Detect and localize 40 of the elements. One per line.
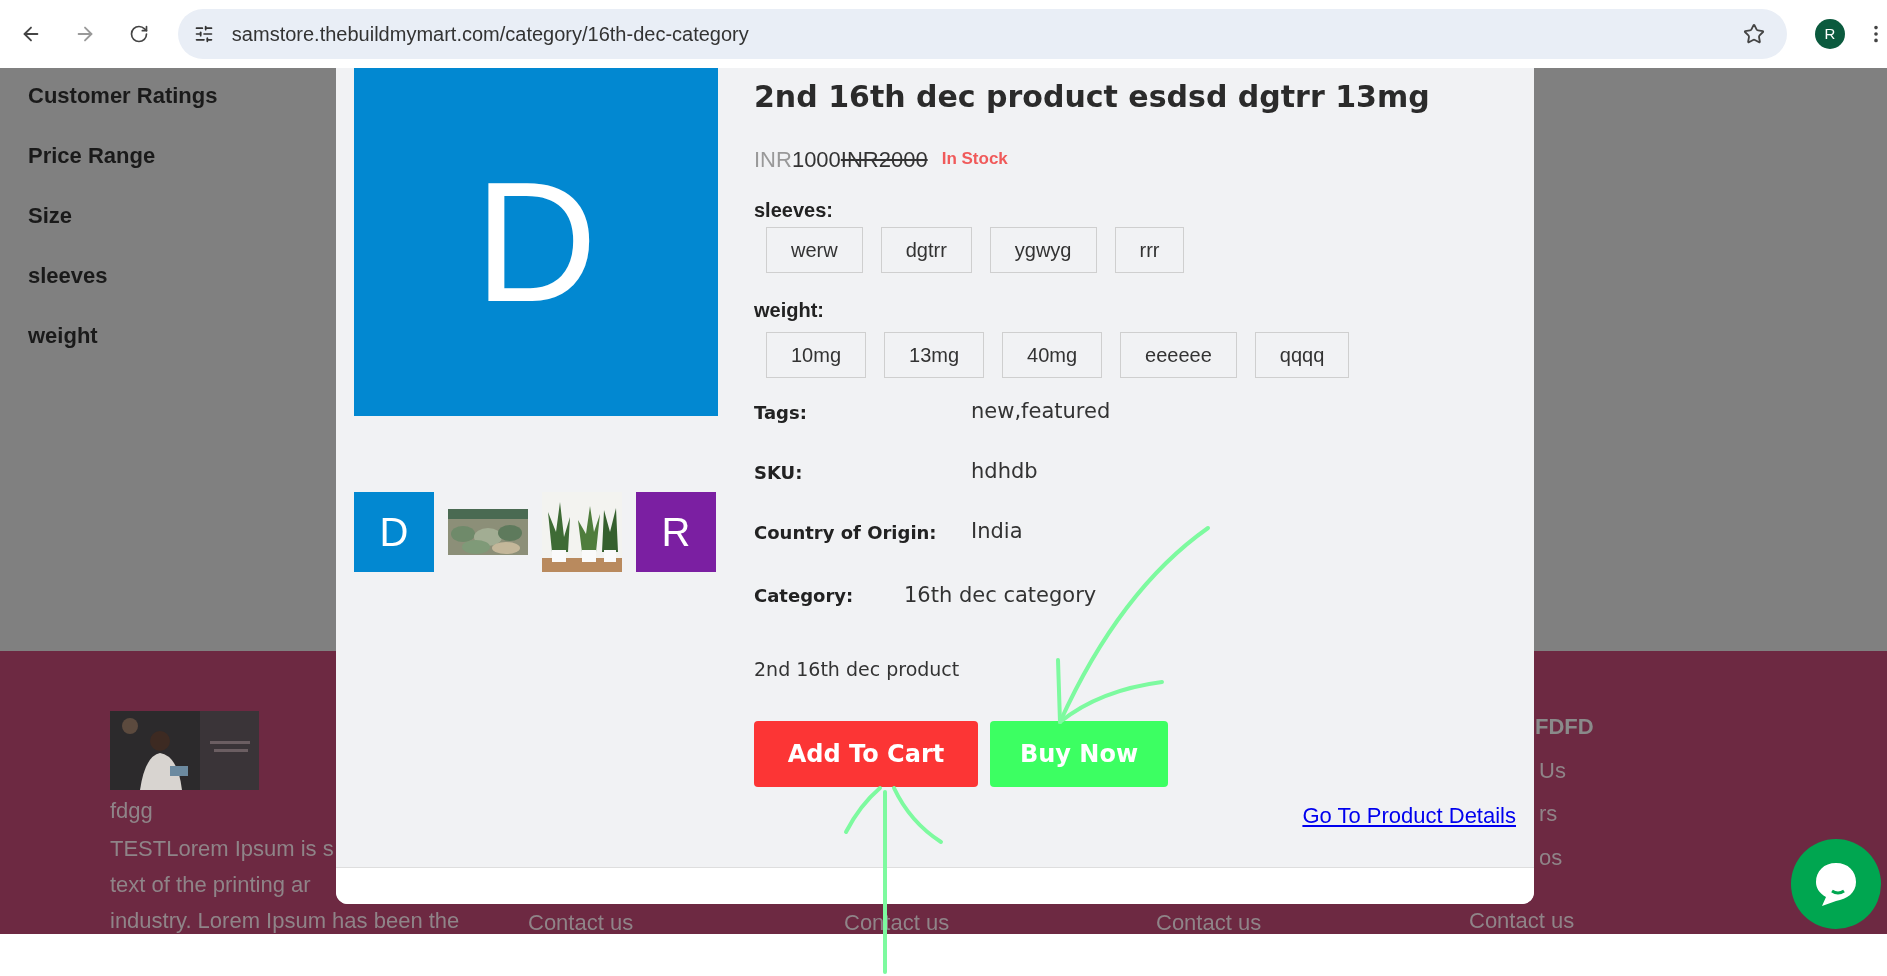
- footer-title: fdgg: [110, 797, 154, 825]
- option-chip[interactable]: eeeeee: [1120, 332, 1237, 378]
- bookmark-star-icon[interactable]: [1743, 23, 1766, 45]
- site-settings-icon[interactable]: [193, 24, 214, 44]
- old-price: INR2000: [840, 145, 928, 174]
- option-chip[interactable]: 13mg: [884, 332, 985, 378]
- detail-value: 16th dec category: [904, 581, 1097, 609]
- option-chip[interactable]: rrr: [1114, 227, 1185, 273]
- detail-value: India: [971, 518, 1023, 546]
- detail-label: Category:: [754, 584, 855, 608]
- option-chip[interactable]: werw: [766, 227, 863, 273]
- option-chip[interactable]: ygwyg: [989, 227, 1097, 273]
- option-chip[interactable]: dgtrr: [880, 227, 972, 273]
- chat-icon: [1814, 861, 1858, 907]
- add-to-cart-button[interactable]: Add To Cart: [754, 721, 978, 787]
- footer-text-line: text of the printing ar: [110, 872, 312, 898]
- product-details-link[interactable]: Go To Product Details: [1302, 798, 1516, 832]
- stock-status: In Stock: [941, 148, 1008, 171]
- product-image: D: [354, 68, 718, 416]
- detail-label: Country of Origin:: [754, 520, 938, 545]
- footer-heading: FDFD: [1534, 713, 1594, 741]
- thumbnail[interactable]: R: [636, 492, 716, 572]
- option-label: sleeves:: [754, 198, 834, 223]
- option-chip[interactable]: 10mg: [766, 332, 867, 378]
- thumbnail[interactable]: D: [354, 492, 434, 572]
- profile-avatar[interactable]: R: [1815, 19, 1845, 49]
- price: INR1000: [754, 145, 841, 174]
- address-bar[interactable]: samstore.thebuildmymart.com/category/16th-dec-category: [177, 9, 1788, 59]
- footer-text-line: TESTLorem Ipsum is s: [110, 836, 335, 862]
- option-chip[interactable]: 40mg: [1002, 332, 1103, 378]
- detail-label: SKU:: [754, 460, 804, 485]
- detail-label: Tags:: [754, 400, 808, 425]
- detail-value: hdhdb: [971, 458, 1038, 486]
- detail-value: new,featured: [971, 398, 1111, 426]
- url-text: samstore.thebuildmymart.com/category/16th-dec-category: [231, 22, 749, 47]
- option-label: weight:: [754, 298, 825, 323]
- product-title: 2nd 16th dec product esdsd dgtrr 13mg: [754, 78, 1431, 116]
- option-chip[interactable]: qqqq: [1254, 332, 1350, 378]
- product-description: 2nd 16th dec product: [754, 657, 961, 682]
- footer-text-line: industry. Lorem Ipsum has been the: [110, 908, 461, 934]
